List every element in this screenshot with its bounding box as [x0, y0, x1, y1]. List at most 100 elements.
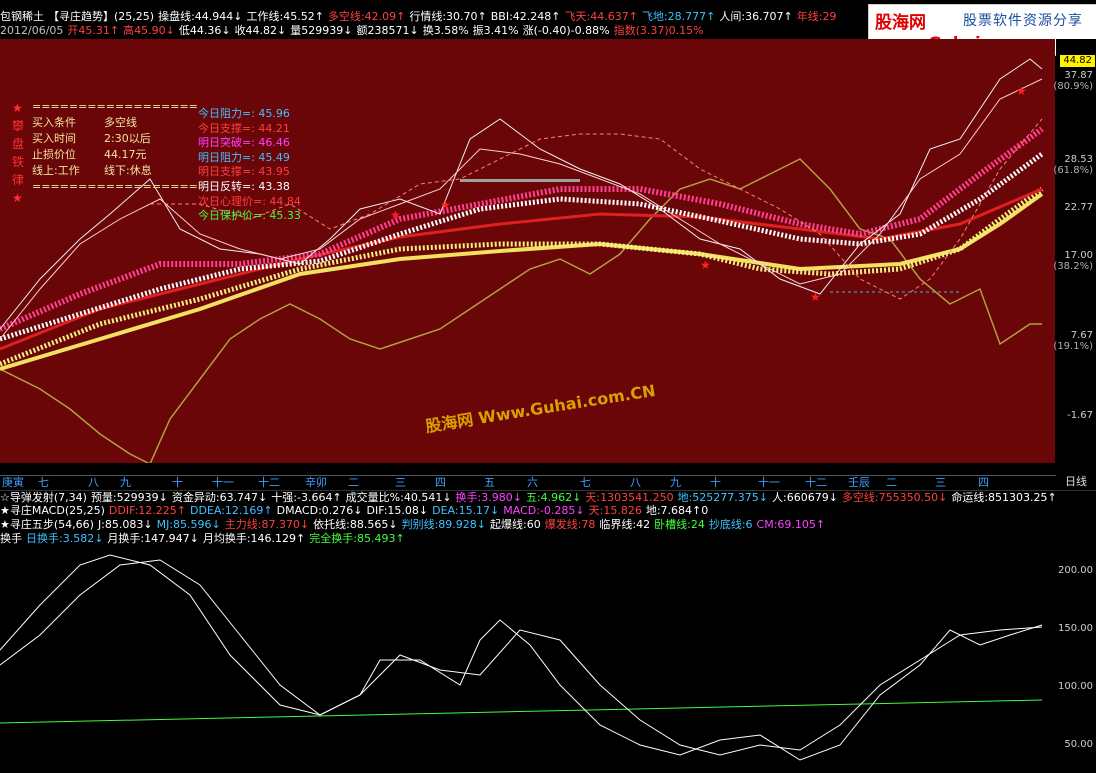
current-price-badge: 44.82 — [1060, 55, 1095, 67]
indicator-value: 十强:-3.664↑ — [271, 491, 342, 504]
ohlc-field: 2012/06/05 — [0, 24, 64, 37]
quote-header-row: 包钢稀土 【寻庄趋势】(25,25) 操盘线:44.944↓ 工作线:45.52↑ 多空… — [0, 10, 840, 23]
green-baseline — [0, 699, 1043, 724]
rules-separator: ================== — [32, 100, 198, 113]
ohlc-field: 低44.36↓ — [178, 24, 231, 37]
indicator-value: MACD:-0.285↓ — [503, 504, 585, 517]
indicator-value: ★寻庄五步(54,66) — [0, 518, 94, 531]
indicator-row-macd[interactable]: ★寻庄MACD(25,25) DDIF:12.225↑ DDEA:12.169↑ DM… — [0, 504, 1096, 517]
indicator-value: 月换手:147.947↓ — [107, 532, 199, 545]
month-label: 十一 — [212, 476, 234, 489]
price-level: 明日突破=: 46.46 — [198, 136, 290, 150]
price-tick-pct: (61.8%) — [1053, 165, 1093, 176]
quote-field: 工作线:45.52↑ — [246, 10, 324, 23]
month-label: 十二 — [258, 476, 280, 489]
month-label: 五 — [484, 476, 495, 489]
red-star-marker: ★ — [810, 290, 821, 304]
ohlc-field: 换3.58% — [422, 24, 469, 37]
price-tick: 22.77 — [1064, 202, 1093, 213]
price-level: 今日保护价=: 45.33 — [198, 209, 301, 223]
month-label: 四 — [978, 476, 989, 489]
red-star-marker: ★ — [700, 258, 711, 272]
side-char: 盘 — [12, 137, 25, 151]
month-label: 十 — [172, 476, 183, 489]
month-label: 九 — [670, 476, 681, 489]
indicator-value: DIF:15.08↓ — [366, 504, 429, 517]
rule-side-label: ★ 攀盘铁律 ★ — [12, 99, 24, 207]
quote-field: 飞地:28.777↑ — [641, 10, 716, 23]
side-char: ★ — [12, 101, 23, 115]
turnover-chart-svg — [0, 554, 1043, 761]
indicator-value: 资金异动:63.747↓ — [171, 491, 268, 504]
indicator-value: 五:4.962↓ — [525, 491, 582, 504]
month-label: 四 — [435, 476, 446, 489]
indicator-value: 日换手:3.582↓ — [26, 532, 104, 545]
indicator-value: 临界线:42 — [599, 518, 651, 531]
indicator-value: 成交量比%:40.541↓ — [345, 491, 452, 504]
price-tick: -1.67 — [1067, 410, 1093, 421]
yellow-band-line — [0, 192, 1044, 371]
side-char: 律 — [12, 173, 25, 187]
ohlc-field: 高45.90↓ — [123, 24, 175, 37]
logo-slogan: 股票软件资源分享 — [963, 13, 1083, 29]
price-tick-value: 37.87 — [1064, 70, 1093, 81]
month-label: 八 — [88, 476, 99, 489]
indicator-row-turnover[interactable]: 换手 日换手:3.582↓ 月换手:147.947↓ 月均换手:146.129↑ 完全换… — [0, 532, 1096, 545]
indicator-row-missile[interactable]: ☆导弹发射(7,34) 预量:529939↓ 资金异动:63.747↓ 十强:-3.6… — [0, 490, 1096, 504]
month-label: 十 — [710, 476, 721, 489]
indicator-value: 月均换手:146.129↑ — [202, 532, 306, 545]
rules-row: 止损价位 44.17元 — [32, 148, 147, 161]
turnover-tick: 200.00 — [1058, 565, 1093, 576]
side-char: 攀 — [12, 119, 25, 133]
turnover-panel[interactable] — [0, 545, 1056, 773]
indicator-value: MJ:85.596↓ — [156, 518, 221, 531]
month-label: 九 — [120, 476, 131, 489]
side-char: ★ — [12, 191, 23, 205]
month-label: 壬辰 — [848, 476, 870, 489]
period-selector[interactable]: 日线 — [1056, 475, 1096, 489]
indicator-value: 换手 — [0, 532, 22, 545]
rules-separator: ================== — [32, 180, 198, 193]
price-tick: 28.53 (61.8%) — [1053, 154, 1093, 176]
month-label: 八 — [630, 476, 641, 489]
indicator-value: 卧槽线:24 — [654, 518, 705, 531]
indicator-value: J:85.083↓ — [97, 518, 153, 531]
price-tick-pct: (19.1%) — [1053, 341, 1093, 352]
main-chart-panel[interactable]: ★ ★ ★ ★ ★ ★ 攀盘铁律 ★ ================== 买入条件… — [0, 39, 1055, 463]
indicator-value: 地:525277.375↓ — [677, 491, 768, 504]
trade-rules-box: ================== 买入条件 多空线 买入时间 2:30以后 止损… — [32, 99, 198, 195]
ohlc-row: 2012/06/05 开45.31↑ 高45.90↓ 低44.36↓ 收44.82↓ 量5… — [0, 24, 708, 37]
quote-field: 包钢稀土 — [0, 10, 44, 23]
indicator-value: DMACD:0.276↓ — [276, 504, 363, 517]
price-tick-value: 22.77 — [1064, 202, 1093, 213]
quote-field: BBI:42.248↑ — [490, 10, 561, 23]
price-axis: 37.87 (80.9%) 28.53 (61.8%) 22.77 17.00 (38.2%… — [1053, 39, 1096, 463]
ohlc-field: 开45.31↑ — [67, 24, 120, 37]
price-tick-value: -1.67 — [1067, 410, 1093, 421]
indicator-row-fivestep[interactable]: ★寻庄五步(54,66) J:85.083↓ MJ:85.596↓ 主力线:87.37… — [0, 518, 1096, 531]
turnover-line-1 — [0, 554, 1043, 761]
quote-field: 人间:36.707↑ — [719, 10, 793, 23]
price-levels-list: 今日阻力=: 45.96 今日支撑=: 44.21 明日突破=: 46.46 明日阻力… — [198, 107, 301, 224]
price-tick-value: 28.53 — [1064, 154, 1093, 165]
red-star-marker: ★ — [440, 198, 451, 212]
month-label: 二 — [348, 476, 359, 489]
indicator-value: ☆导弹发射(7,34) — [0, 491, 87, 504]
ohlc-field: 额238571↓ — [356, 24, 419, 37]
rules-row: 买入时间 2:30以后 — [32, 132, 151, 145]
price-level: 明日反转=: 43.38 — [198, 179, 290, 193]
month-label: 辛卯 — [305, 476, 327, 489]
month-label: 十一 — [758, 476, 780, 489]
price-tick-pct: (80.9%) — [1053, 81, 1093, 92]
quote-field: 年线:29 — [796, 10, 837, 23]
side-char: 铁 — [12, 155, 25, 169]
ohlc-field: 量529939↓ — [290, 24, 353, 37]
indicator-value: 爆发线:78 — [544, 518, 596, 531]
ohlc-field: 涨(-0.40)-0.88% — [522, 24, 610, 37]
ohlc-field: 指数(3.37)0.15% — [613, 24, 704, 37]
indicator-value: CM:69.105↑ — [756, 518, 826, 531]
indicator-value: ★寻庄MACD(25,25) — [0, 504, 105, 517]
indicator-value: 换手:3.980↓ — [455, 491, 522, 504]
indicator-value: 多空线:755350.50↓ — [841, 491, 948, 504]
quote-field: 行情线:30.70↑ — [409, 10, 487, 23]
